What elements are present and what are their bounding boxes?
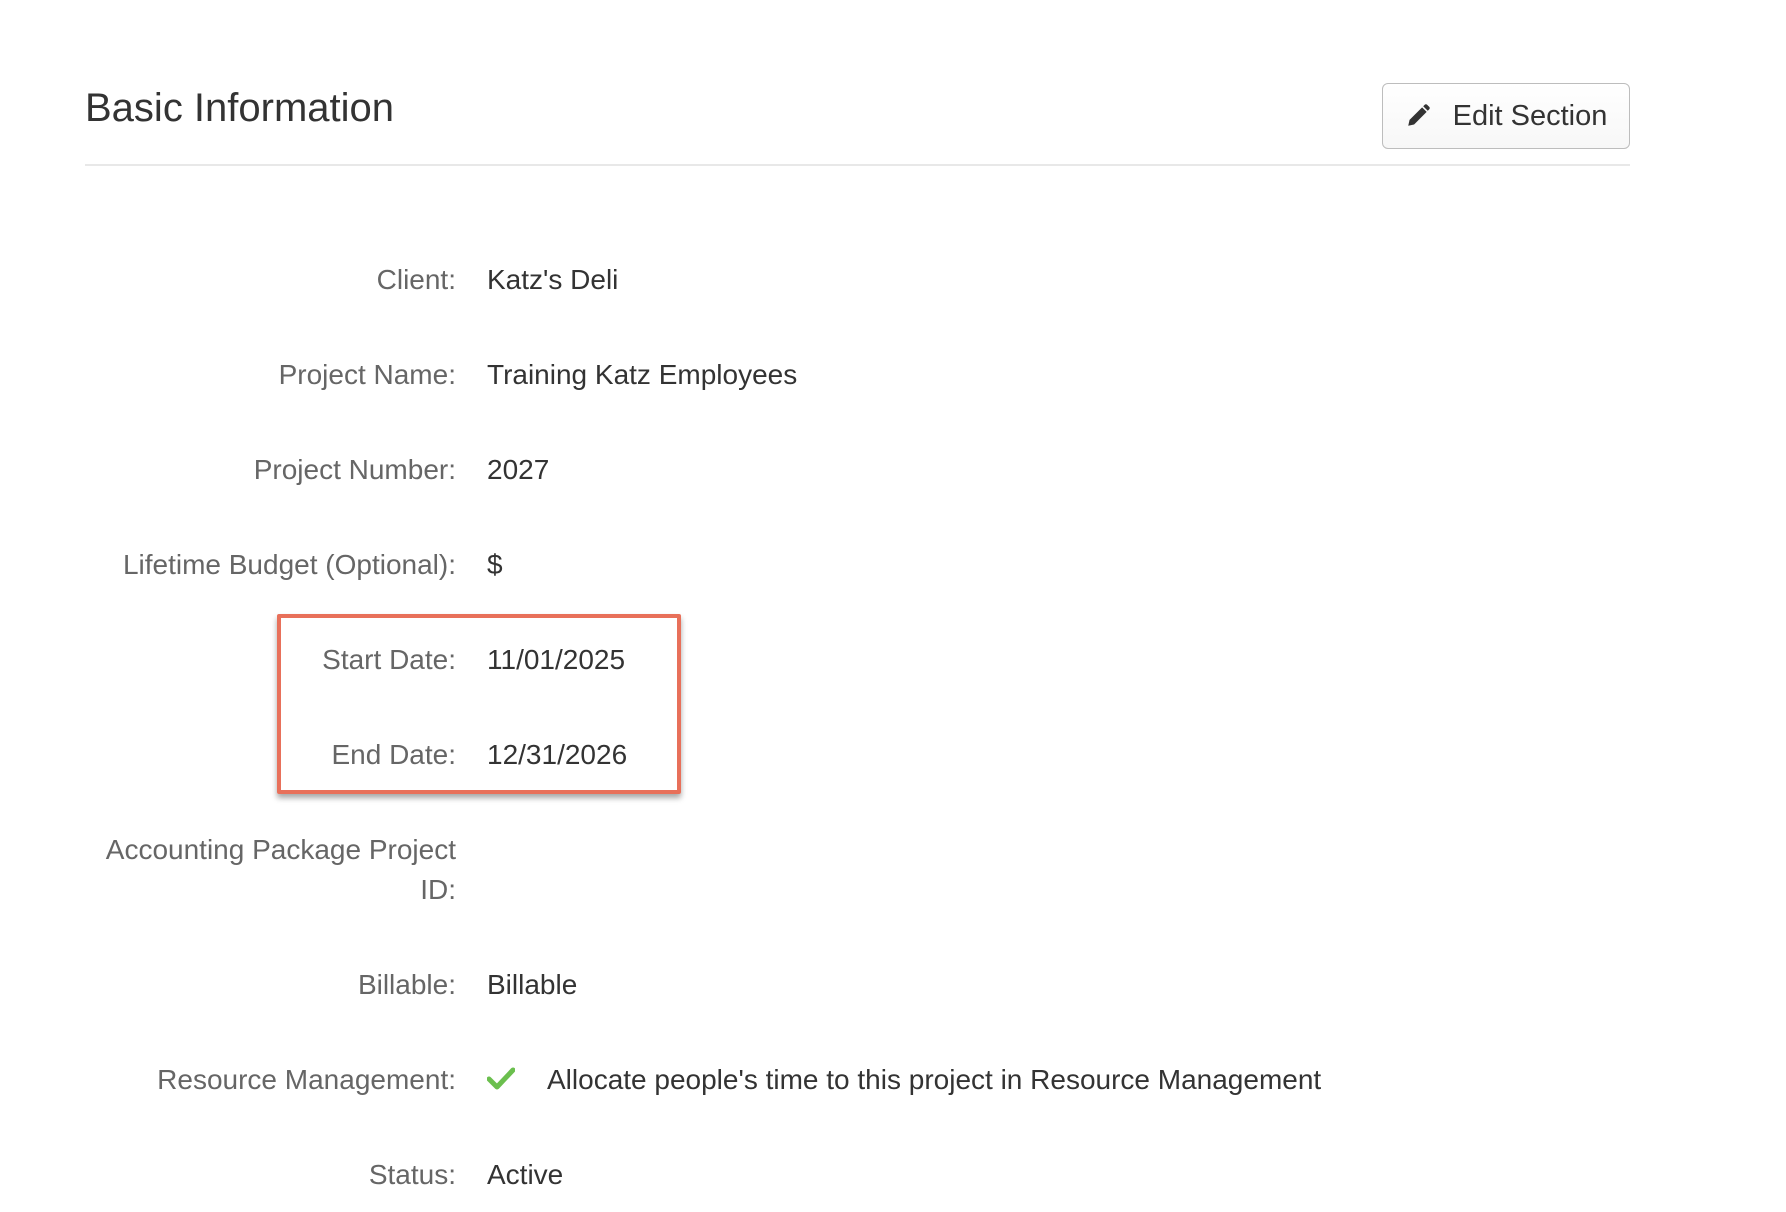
field-label-billable: Billable: [357, 969, 456, 1000]
field-label-client: Client: [376, 264, 456, 295]
field-value-project-name: Training Katz Employees [487, 359, 798, 390]
field-value-lifetime-budget: $ [487, 549, 503, 580]
field-label-status: Status: [368, 1159, 456, 1190]
field-label-start-date: Start Date: [322, 644, 456, 675]
field-label-accounting-id-line2: ID: [420, 874, 456, 905]
field-value-client: Katz's Deli [487, 264, 619, 295]
field-label-accounting-id-line1: Accounting Package Project [105, 834, 456, 865]
field-value-resource-management: Allocate people's time to this project i… [547, 1064, 1322, 1095]
field-value-start-date: 11/01/2025 [487, 644, 626, 675]
field-label-lifetime-budget: Lifetime Budget (Optional): [122, 549, 456, 580]
field-value-end-date: 12/31/2026 [487, 739, 628, 770]
check-icon [486, 1064, 516, 1092]
field-label-resource-management: Resource Management: [157, 1064, 456, 1095]
field-label-project-name: Project Name: [278, 359, 456, 390]
field-list: Client: Katz's Deli Project Name: Traini… [0, 0, 1786, 1212]
field-value-status: Active [487, 1159, 564, 1190]
field-label-project-number: Project Number: [253, 454, 456, 485]
field-value-billable: Billable [487, 969, 578, 1000]
field-label-end-date: End Date: [331, 739, 456, 770]
field-value-project-number: 2027 [487, 454, 550, 485]
project-basic-information-page: Basic Information Edit Section Client: K… [0, 0, 1786, 1212]
